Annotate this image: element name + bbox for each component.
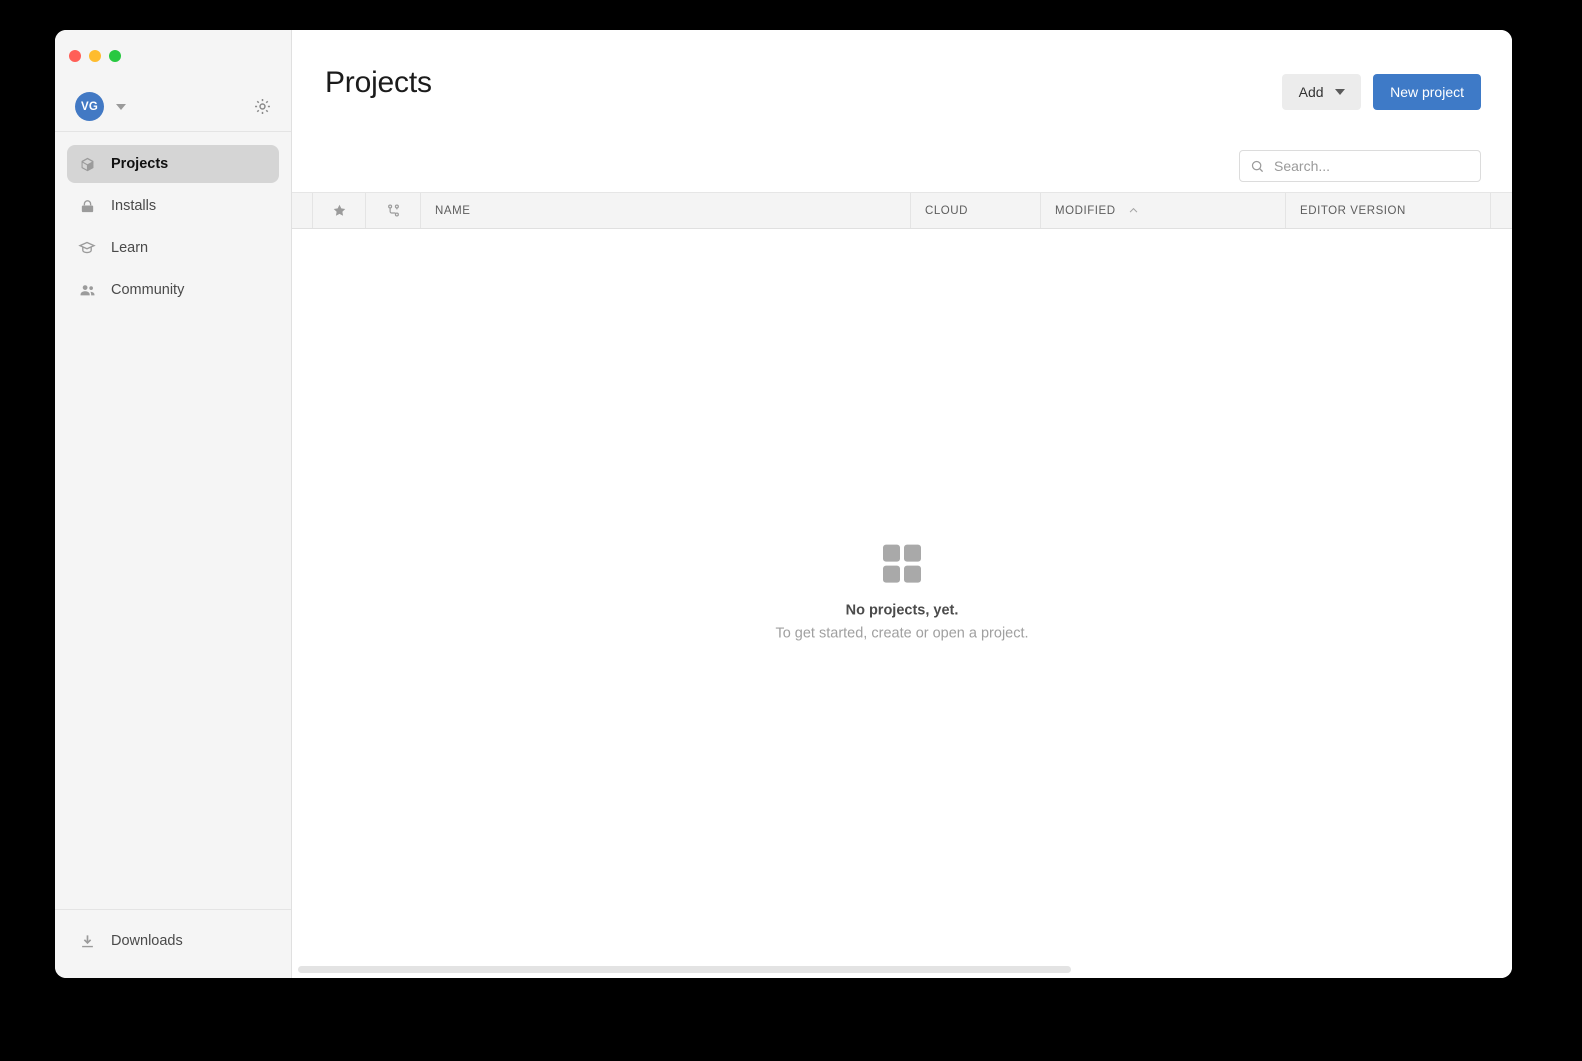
account-row: VG xyxy=(55,82,291,132)
unity-hub-window: VG Projects Installs Learn Community Dow… xyxy=(55,30,1512,978)
horizontal-scrollbar-thumb[interactable] xyxy=(298,966,1072,973)
projects-table-body: No projects, yet. To get started, create… xyxy=(292,229,1512,964)
add-button[interactable]: Add xyxy=(1282,74,1362,110)
main-content: Projects Add New project Search... NAME … xyxy=(292,30,1512,978)
new-project-button[interactable]: New project xyxy=(1373,74,1481,110)
horizontal-scrollbar[interactable] xyxy=(292,964,1512,978)
chevron-down-icon xyxy=(1334,89,1345,95)
column-header-favorite[interactable] xyxy=(313,193,366,228)
sidebar-item-label: Downloads xyxy=(111,933,183,949)
sidebar-item-learn[interactable]: Learn xyxy=(67,229,279,267)
grid-cell xyxy=(904,565,921,583)
column-header-label: NAME xyxy=(435,204,471,217)
search-row xyxy=(292,140,1512,192)
star-icon xyxy=(332,203,347,218)
page-title: Projects xyxy=(325,66,432,99)
column-header-drag xyxy=(292,193,313,228)
sidebar-item-label: Projects xyxy=(111,156,169,172)
empty-state-title: No projects, yet. xyxy=(845,602,959,619)
sidebar: VG Projects Installs Learn Community Dow… xyxy=(55,30,292,978)
column-header-label: EDITOR VERSION xyxy=(1300,204,1406,217)
maximize-window-button[interactable] xyxy=(109,50,121,62)
minimize-window-button[interactable] xyxy=(89,50,101,62)
column-header-label: MODIFIED xyxy=(1055,204,1116,217)
empty-state: No projects, yet. To get started, create… xyxy=(292,544,1512,641)
column-header-label: CLOUD xyxy=(925,204,969,217)
sidebar-footer: Downloads xyxy=(55,909,291,978)
version-control-icon xyxy=(386,203,401,218)
grid-placeholder-icon xyxy=(883,544,921,583)
column-header-editor-version[interactable]: EDITOR VERSION xyxy=(1286,193,1491,228)
close-window-button[interactable] xyxy=(69,50,81,62)
window-titlebar xyxy=(55,30,291,82)
sort-ascending-icon xyxy=(1127,204,1140,217)
main-header: Projects Add New project xyxy=(292,30,1512,140)
avatar[interactable]: VG xyxy=(75,92,104,121)
sidebar-item-community[interactable]: Community xyxy=(67,271,279,309)
projects-table-header: NAME CLOUD MODIFIED EDITOR VERSION xyxy=(292,192,1512,229)
search-icon xyxy=(1250,159,1265,174)
sidebar-item-installs[interactable]: Installs xyxy=(67,187,279,225)
lock-icon xyxy=(77,196,97,216)
column-header-cloud[interactable]: CLOUD xyxy=(911,193,1041,228)
header-actions: Add New project xyxy=(1282,68,1481,110)
sidebar-item-label: Community xyxy=(111,282,185,298)
cube-icon xyxy=(77,154,97,174)
grid-cell xyxy=(883,544,900,562)
sidebar-nav: Projects Installs Learn Community xyxy=(55,132,291,309)
sidebar-item-projects[interactable]: Projects xyxy=(67,145,279,183)
gear-icon[interactable] xyxy=(251,96,273,118)
chevron-down-icon[interactable] xyxy=(116,103,126,110)
sidebar-item-downloads[interactable]: Downloads xyxy=(67,922,279,960)
grid-cell xyxy=(904,544,921,562)
search-input[interactable] xyxy=(1274,158,1470,174)
download-icon xyxy=(77,931,97,951)
search-box[interactable] xyxy=(1239,150,1481,182)
sidebar-item-label: Learn xyxy=(111,240,149,256)
column-header-actions xyxy=(1491,193,1512,228)
grid-cell xyxy=(883,565,900,583)
column-header-version-control[interactable] xyxy=(366,193,421,228)
people-icon xyxy=(77,280,97,300)
column-header-name[interactable]: NAME xyxy=(421,193,911,228)
sidebar-item-label: Installs xyxy=(111,198,157,214)
column-header-modified[interactable]: MODIFIED xyxy=(1041,193,1286,228)
graduation-cap-icon xyxy=(77,238,97,258)
sidebar-filler xyxy=(55,309,291,909)
empty-state-subtitle: To get started, create or open a project… xyxy=(775,625,1029,642)
add-button-label: Add xyxy=(1298,84,1324,100)
